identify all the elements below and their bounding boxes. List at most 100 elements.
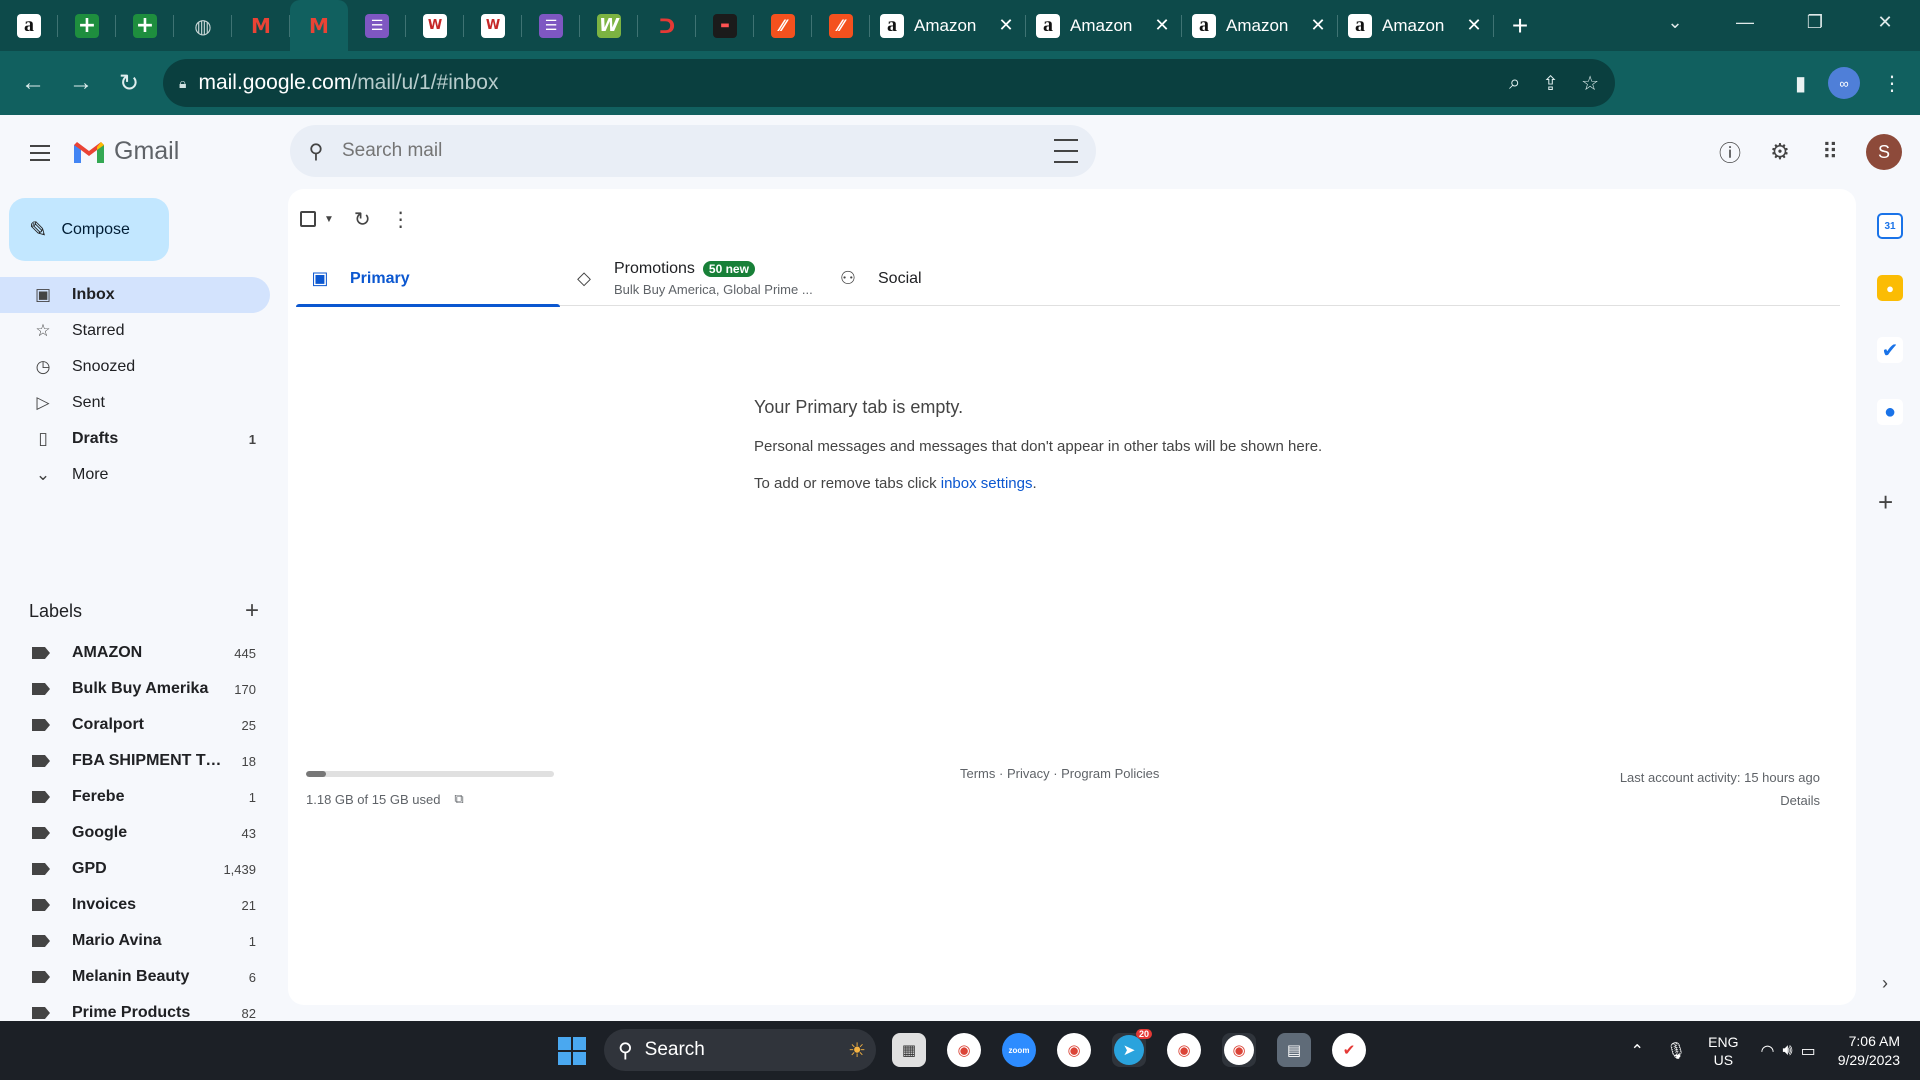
nav-item-starred[interactable]: ☆ Starred bbox=[0, 313, 270, 349]
tab-search-icon[interactable]: ⌄ bbox=[1640, 0, 1710, 44]
pinned-tab[interactable]: ◍ bbox=[174, 0, 232, 51]
browser-tab[interactable]: a Amazon ✕ bbox=[870, 0, 1026, 51]
nav-item-inbox[interactable]: ▣ Inbox bbox=[0, 277, 270, 313]
select-all-checkbox[interactable] bbox=[300, 211, 316, 227]
pinned-tab[interactable]: W bbox=[464, 0, 522, 51]
close-tab-icon[interactable]: ✕ bbox=[1464, 15, 1484, 36]
chrome-active-icon[interactable]: ◉ bbox=[1222, 1033, 1256, 1067]
pinned-tab[interactable]: ⁄⁄ bbox=[754, 0, 812, 51]
close-tab-icon[interactable]: ✕ bbox=[1308, 15, 1328, 36]
close-tab-icon[interactable]: ✕ bbox=[1152, 15, 1172, 36]
nav-item-sent[interactable]: ▷ Sent bbox=[0, 385, 270, 421]
minimize-icon[interactable]: — bbox=[1710, 0, 1780, 44]
search-input[interactable] bbox=[342, 140, 1022, 162]
browser-menu-icon[interactable]: ⋮ bbox=[1882, 71, 1902, 96]
pinned-tab[interactable]: + bbox=[58, 0, 116, 51]
wifi-icon[interactable]: ◠ bbox=[1761, 1041, 1775, 1061]
browser-tab[interactable]: a Amazon ✕ bbox=[1026, 0, 1182, 51]
search-bar[interactable]: ⚲ bbox=[290, 125, 1096, 177]
clock[interactable]: 7:06 AM 9/29/2023 bbox=[1838, 1032, 1900, 1070]
get-addons-icon[interactable]: + bbox=[1878, 487, 1893, 518]
label-item[interactable]: Google 43 bbox=[0, 815, 270, 851]
side-panel-icon[interactable]: ▮ bbox=[1795, 71, 1806, 96]
open-external-icon[interactable]: ⧉ bbox=[454, 791, 463, 807]
chrome-profile-icon[interactable]: ◉ bbox=[1167, 1033, 1201, 1067]
search-options-icon[interactable] bbox=[1054, 139, 1078, 163]
calendar-icon[interactable]: 31 bbox=[1877, 213, 1903, 239]
tab-promotions[interactable]: ◇ Promotions 50 new Bulk Buy America, Gl… bbox=[560, 251, 824, 306]
more-options-icon[interactable]: ⋮ bbox=[391, 207, 411, 232]
details-link[interactable]: Details bbox=[1620, 789, 1820, 812]
inbox-settings-link[interactable]: inbox settings bbox=[941, 475, 1033, 492]
nav-item-more[interactable]: ⌄ More bbox=[0, 457, 270, 493]
label-item[interactable]: Prime Products 82 bbox=[0, 995, 270, 1021]
pinned-tab[interactable]: + bbox=[116, 0, 174, 51]
chrome-icon[interactable]: ◉ bbox=[947, 1033, 981, 1067]
close-tab-icon[interactable]: ✕ bbox=[996, 15, 1016, 36]
telegram-icon[interactable]: ➤ 20 bbox=[1112, 1029, 1152, 1067]
new-tab-button[interactable]: + bbox=[1494, 0, 1546, 51]
windows-start-icon[interactable] bbox=[558, 1037, 586, 1065]
share-icon[interactable]: ⇪ bbox=[1542, 71, 1559, 96]
account-avatar[interactable]: S bbox=[1866, 134, 1902, 170]
pinned-tab[interactable]: W bbox=[406, 0, 464, 51]
gmail-logo[interactable]: Gmail bbox=[72, 137, 179, 166]
settings-gear-icon[interactable]: ⚙ bbox=[1766, 138, 1794, 166]
privacy-link[interactable]: Privacy bbox=[1007, 766, 1050, 781]
check-app-icon[interactable]: ✔ bbox=[1332, 1033, 1366, 1067]
tasks-icon[interactable]: ✔ bbox=[1877, 337, 1903, 363]
label-item[interactable]: FBA SHIPMENT TO... 18 bbox=[0, 743, 270, 779]
close-window-icon[interactable]: ✕ bbox=[1850, 0, 1920, 44]
expand-panel-icon[interactable]: › bbox=[1882, 973, 1888, 994]
tab-primary[interactable]: ▣ Primary bbox=[296, 251, 560, 307]
pinned-tab[interactable]: W bbox=[580, 0, 638, 51]
pinned-tab[interactable]: ▬ bbox=[696, 0, 754, 51]
profile-icon[interactable]: ∞ bbox=[1828, 67, 1860, 99]
label-item[interactable]: Bulk Buy Amerika 170 bbox=[0, 671, 270, 707]
taskbar-search[interactable]: ⚲ Search ☀ bbox=[604, 1029, 876, 1071]
label-item[interactable]: Invoices 21 bbox=[0, 887, 270, 923]
address-bar[interactable]: 🔒︎ mail.google.com/mail/u/1/#inbox ⌕ ⇪ ☆ bbox=[163, 59, 1615, 107]
label-item[interactable]: Melanin Beauty 6 bbox=[0, 959, 270, 995]
nav-item-snoozed[interactable]: ◷ Snoozed bbox=[0, 349, 270, 385]
label-item[interactable]: Ferebe 1 bbox=[0, 779, 270, 815]
zoom-icon[interactable]: ⌕ bbox=[1509, 72, 1520, 95]
compose-button[interactable]: ✎ Compose bbox=[9, 198, 169, 261]
label-item[interactable]: AMAZON 445 bbox=[0, 635, 270, 671]
pinned-tab[interactable]: ☰ bbox=[348, 0, 406, 51]
reload-icon[interactable]: ↻ bbox=[105, 63, 153, 103]
main-menu-icon[interactable] bbox=[24, 137, 56, 169]
tray-chevron-icon[interactable]: ⌃ bbox=[1630, 1041, 1643, 1061]
browser-tab[interactable]: a Amazon ✕ bbox=[1338, 0, 1494, 51]
back-icon[interactable]: ← bbox=[9, 63, 57, 103]
zoom-icon[interactable]: zoom bbox=[1002, 1033, 1036, 1067]
pinned-tab[interactable]: M bbox=[232, 0, 290, 51]
label-item[interactable]: Mario Avina 1 bbox=[0, 923, 270, 959]
pinned-tab[interactable]: ☰ bbox=[522, 0, 580, 51]
label-item[interactable]: GPD 1,439 bbox=[0, 851, 270, 887]
label-item[interactable]: Coralport 25 bbox=[0, 707, 270, 743]
battery-icon[interactable]: ▭ bbox=[1801, 1041, 1816, 1061]
microphone-icon[interactable]: 🎙︎ bbox=[1666, 1041, 1686, 1061]
restore-icon[interactable]: ❐ bbox=[1780, 0, 1850, 44]
nav-item-drafts[interactable]: ▯ Drafts 1 bbox=[0, 421, 270, 457]
search-icon[interactable]: ⚲ bbox=[304, 139, 328, 163]
browser-tab[interactable]: a Amazon ✕ bbox=[1182, 0, 1338, 51]
tab-social[interactable]: ⚇ Social bbox=[824, 251, 1088, 306]
bookmark-star-icon[interactable]: ☆ bbox=[1581, 71, 1599, 96]
create-label-icon[interactable]: + bbox=[245, 597, 259, 625]
help-icon[interactable]: ⓘ bbox=[1716, 138, 1744, 166]
pinned-tab[interactable]: ᑐ bbox=[638, 0, 696, 51]
refresh-icon[interactable]: ↻ bbox=[354, 207, 371, 232]
pinned-tab[interactable]: M bbox=[290, 0, 348, 51]
apps-grid-icon[interactable]: ⠿ bbox=[1816, 138, 1844, 166]
pinned-tab[interactable]: a bbox=[0, 0, 58, 51]
terms-link[interactable]: Terms bbox=[960, 766, 995, 781]
file-explorer-icon[interactable]: ▦ bbox=[892, 1033, 926, 1067]
select-dropdown-icon[interactable]: ▼ bbox=[324, 214, 334, 225]
calculator-icon[interactable]: ▤ bbox=[1277, 1033, 1311, 1067]
contacts-icon[interactable]: ● bbox=[1877, 399, 1903, 425]
keep-icon[interactable]: ● bbox=[1877, 275, 1903, 301]
volume-icon[interactable]: 🔊︎ bbox=[1782, 1042, 1792, 1060]
program-policies-link[interactable]: Program Policies bbox=[1061, 766, 1159, 781]
